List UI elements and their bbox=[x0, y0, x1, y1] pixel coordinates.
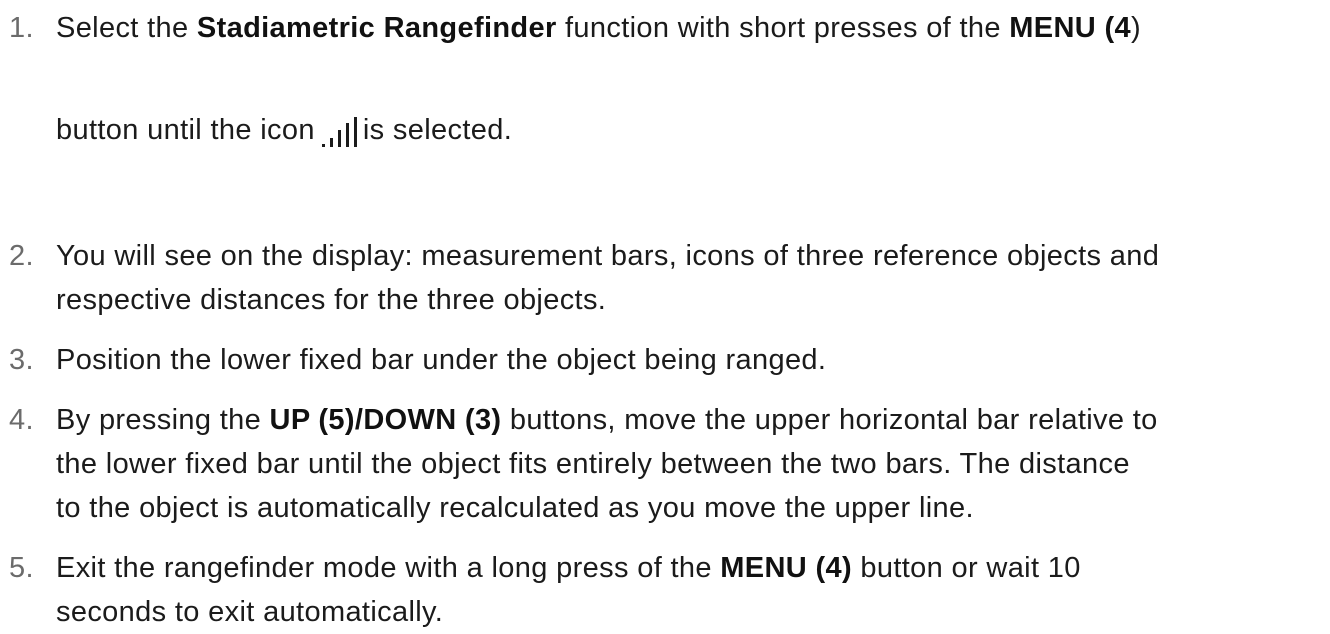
signal-bars-icon bbox=[319, 111, 361, 149]
bold-term: MENU (4) bbox=[720, 552, 852, 584]
text-run: By pressing the bbox=[56, 404, 270, 436]
step-number: 2. bbox=[9, 240, 34, 272]
step-text-line: button until the icon is selected. bbox=[56, 108, 512, 152]
text-run: buttons, move the upper horizontal bar r… bbox=[501, 404, 1158, 436]
step-text-line: the lower fixed bar until the object fit… bbox=[56, 448, 1130, 480]
text-run: Exit the rangefinder mode with a long pr… bbox=[56, 552, 721, 584]
step-number: 3. bbox=[9, 344, 34, 376]
step-text-line: Exit the rangefinder mode with a long pr… bbox=[56, 546, 1081, 590]
text-run: button or wait 10 bbox=[851, 552, 1081, 584]
step-number: 5. bbox=[9, 552, 34, 584]
bold-term: Stadiametric Rangefinder bbox=[196, 12, 557, 44]
step-text-line: Position the lower fixed bar under the o… bbox=[56, 344, 827, 376]
step-text-line: seconds to exit automatically. bbox=[56, 596, 444, 628]
text-run: function with short presses of the bbox=[556, 12, 1010, 44]
step-text-line: You will see on the display: measurement… bbox=[56, 240, 1160, 272]
step-number: 4. bbox=[9, 404, 34, 436]
step-text-line: Select the Stadiametric Rangefinder func… bbox=[56, 6, 1141, 50]
step-number: 1. bbox=[9, 12, 34, 44]
bold-term: MENU (4 bbox=[1009, 12, 1131, 44]
step-text-line: By pressing the UP (5)/DOWN (3) buttons,… bbox=[56, 398, 1158, 442]
text-run: Select the bbox=[56, 12, 197, 44]
step-text-line: respective distances for the three objec… bbox=[56, 284, 607, 316]
step-text-line: to the object is automatically recalcula… bbox=[56, 492, 974, 524]
bold-term: UP (5)/DOWN (3) bbox=[269, 404, 502, 436]
text-run: is selected. bbox=[362, 114, 513, 146]
text-run: button until the icon bbox=[56, 114, 315, 146]
text-run: ) bbox=[1130, 12, 1141, 44]
